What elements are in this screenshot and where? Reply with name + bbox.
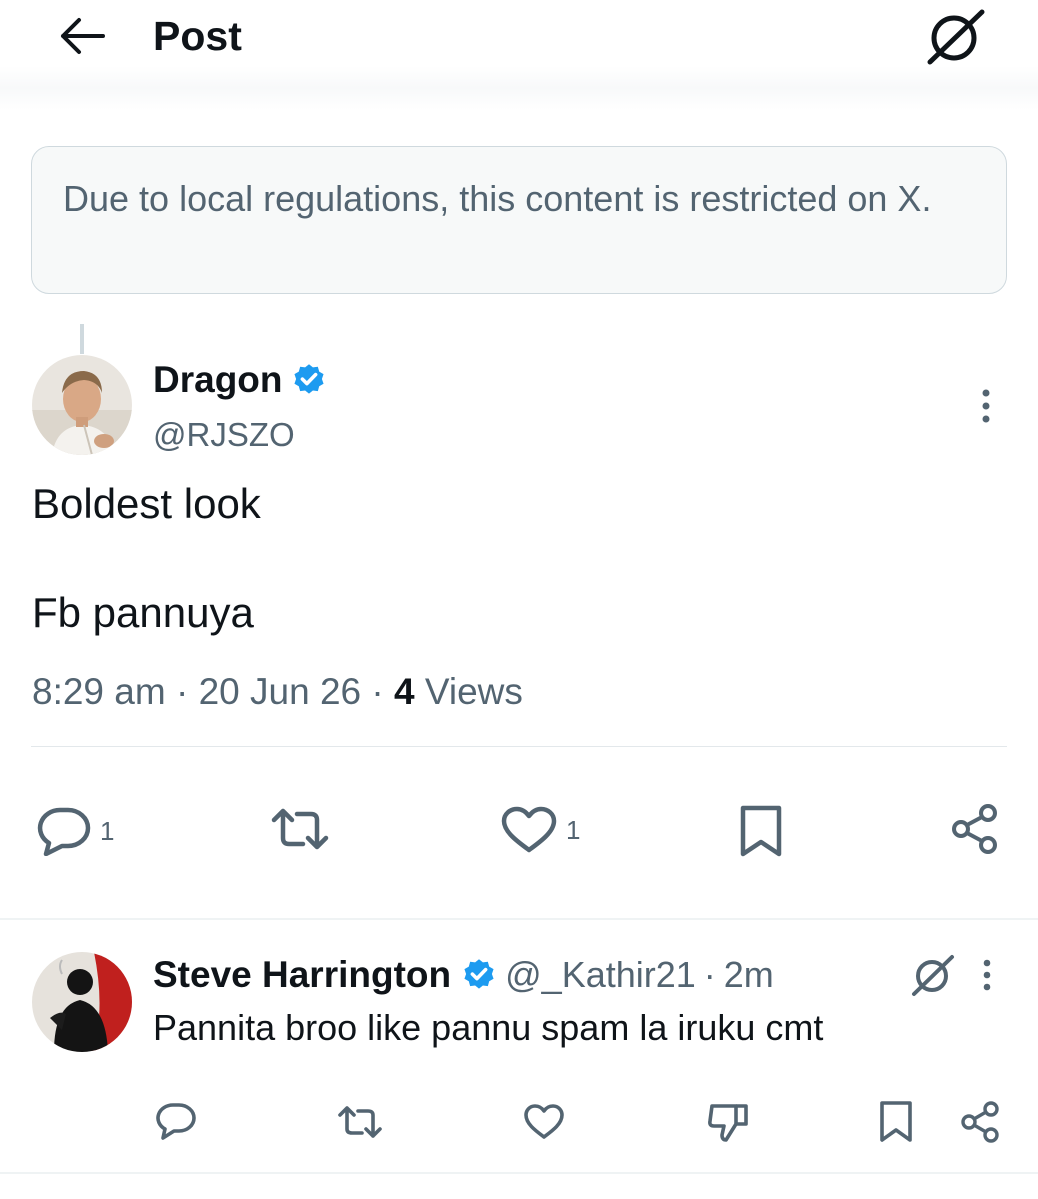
reply-author-name[interactable]: Steve Harrington bbox=[153, 952, 451, 998]
back-button[interactable] bbox=[56, 12, 110, 60]
more-vertical-icon bbox=[983, 959, 991, 991]
divider bbox=[0, 918, 1038, 920]
reply-downvote-button[interactable] bbox=[706, 1102, 750, 1144]
repost-button[interactable] bbox=[270, 806, 330, 852]
meta-separator: · bbox=[703, 954, 716, 995]
author-handle[interactable]: @RJSZO bbox=[153, 414, 295, 456]
grok-button[interactable] bbox=[924, 6, 988, 66]
reply-grok-button[interactable] bbox=[908, 950, 958, 1000]
meta-separator: · bbox=[371, 671, 384, 712]
thread-connector bbox=[80, 324, 84, 354]
heart-icon bbox=[501, 806, 557, 853]
more-options-button[interactable] bbox=[968, 384, 1004, 428]
reply-share-button[interactable] bbox=[960, 1100, 1002, 1144]
like-button[interactable]: 1 bbox=[500, 806, 580, 854]
reply-text: Pannita broo like pannu spam la iruku cm… bbox=[153, 1007, 824, 1048]
reply-repost-button[interactable] bbox=[337, 1104, 383, 1140]
top-bar: Post bbox=[0, 0, 1038, 110]
bookmark-button[interactable] bbox=[738, 804, 784, 858]
more-vertical-icon bbox=[982, 389, 990, 423]
bookmark-icon bbox=[740, 805, 782, 857]
share-icon bbox=[952, 804, 997, 854]
reply-like-button[interactable] bbox=[523, 1104, 565, 1140]
post-date[interactable]: 20 Jun 26 bbox=[199, 671, 362, 712]
reply-more-options-button[interactable] bbox=[970, 952, 1004, 998]
repost-icon bbox=[338, 1106, 382, 1138]
meta-separator: · bbox=[175, 671, 189, 712]
post-metadata: 8:29 am · 20 Jun 26 · 4 Views bbox=[32, 668, 523, 716]
divider bbox=[31, 746, 1007, 747]
post-time[interactable]: 8:29 am bbox=[32, 671, 166, 712]
bookmark-icon bbox=[880, 1101, 912, 1142]
verified-badge-icon bbox=[464, 959, 494, 989]
reply-author-photo bbox=[32, 952, 132, 1052]
reply-button[interactable]: 1 bbox=[36, 806, 114, 856]
arrow-left-icon bbox=[61, 18, 105, 54]
restricted-content-notice: Due to local regulations, this content i… bbox=[31, 146, 1007, 294]
views-label[interactable]: Views bbox=[425, 671, 523, 712]
reply-icon bbox=[37, 807, 91, 856]
divider bbox=[0, 1172, 1038, 1174]
share-button[interactable] bbox=[950, 802, 1002, 856]
post-text: Fb pannuya bbox=[32, 589, 254, 636]
author-name[interactable]: Dragon bbox=[153, 357, 327, 403]
repost-icon bbox=[271, 808, 329, 850]
post-text: Boldest look bbox=[32, 480, 261, 527]
thumbs-down-icon bbox=[708, 1104, 748, 1142]
reply-age[interactable]: 2m bbox=[724, 952, 774, 998]
notice-text: Due to local regulations, this content i… bbox=[63, 178, 932, 219]
author-name-text: Dragon bbox=[153, 359, 283, 400]
share-icon bbox=[961, 1101, 999, 1143]
page-title: Post bbox=[153, 13, 242, 59]
views-count[interactable]: 4 bbox=[394, 671, 415, 712]
reply-avatar[interactable] bbox=[32, 952, 132, 1052]
grok-icon bbox=[927, 9, 985, 65]
verified-badge-icon bbox=[293, 364, 324, 394]
like-count: 1 bbox=[566, 814, 581, 845]
reply-header: Steve Harrington @_Kathir21 · 2m bbox=[153, 950, 774, 1000]
heart-icon bbox=[524, 1104, 564, 1139]
author-photo bbox=[32, 355, 132, 455]
grok-icon bbox=[912, 955, 954, 996]
reply-count: 1 bbox=[100, 815, 115, 846]
reply-reply-button[interactable] bbox=[156, 1102, 196, 1142]
reply-author-handle[interactable]: @_Kathir21 bbox=[505, 952, 696, 998]
header-divider bbox=[0, 66, 1038, 110]
avatar[interactable] bbox=[32, 355, 132, 455]
reply-icon bbox=[156, 1103, 196, 1140]
reply-bookmark-button[interactable] bbox=[878, 1100, 914, 1144]
